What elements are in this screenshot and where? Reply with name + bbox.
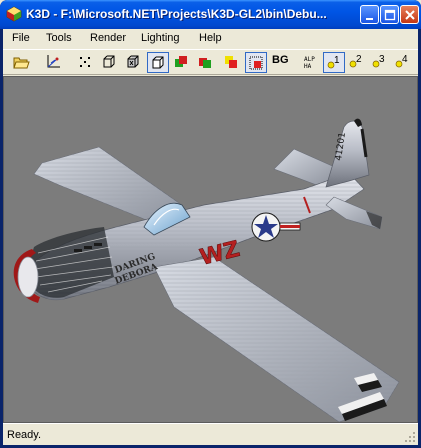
light-3-button[interactable]: 3 bbox=[369, 52, 391, 73]
texture-shade-button[interactable] bbox=[195, 52, 217, 73]
axes-icon bbox=[47, 55, 60, 68]
menu-bar: File Tools Render Lighting Help bbox=[3, 29, 418, 48]
axes-button[interactable] bbox=[43, 52, 65, 73]
app-window: K3D - F:\Microsoft.NET\Projects\K3D-GL2\… bbox=[0, 0, 421, 448]
minimize-icon bbox=[366, 18, 373, 20]
light-1-button[interactable]: 1 bbox=[323, 52, 345, 73]
hidden-line-cube-icon bbox=[127, 55, 139, 68]
maximize-icon bbox=[384, 9, 396, 21]
light-3-label: 3 bbox=[379, 54, 385, 65]
background-button[interactable]: BG bbox=[272, 53, 289, 67]
flat-shade-icon bbox=[152, 56, 164, 69]
airplane-model: WZ 41201 DARING DEBORA bbox=[13, 118, 400, 422]
menu-render[interactable]: Render bbox=[87, 31, 129, 46]
light-2-label: 2 bbox=[356, 54, 362, 65]
3d-viewport[interactable]: WZ 41201 DARING DEBORA bbox=[3, 76, 418, 423]
material-color-icon bbox=[225, 56, 237, 68]
open-button[interactable] bbox=[11, 52, 33, 73]
menu-file[interactable]: File bbox=[9, 31, 33, 46]
minimize-button[interactable] bbox=[360, 5, 379, 24]
maximize-button[interactable] bbox=[380, 5, 399, 24]
svg-text:HA: HA bbox=[304, 63, 312, 70]
wireframe-button[interactable] bbox=[99, 52, 121, 73]
ambient-color-icon bbox=[249, 56, 263, 70]
points-button[interactable] bbox=[75, 52, 97, 73]
open-folder-icon bbox=[13, 57, 30, 69]
menu-tools[interactable]: Tools bbox=[43, 31, 75, 46]
smooth-shade-icon bbox=[175, 56, 187, 67]
title-bar[interactable]: K3D - F:\Microsoft.NET\Projects\K3D-GL2\… bbox=[0, 0, 421, 29]
texture-shade-icon bbox=[199, 58, 211, 68]
window-title: K3D - F:\Microsoft.NET\Projects\K3D-GL2\… bbox=[26, 7, 327, 21]
alpha-button[interactable]: ALP HA bbox=[301, 52, 323, 73]
light-4-label: 4 bbox=[402, 54, 408, 65]
hidden-line-button[interactable] bbox=[123, 52, 145, 73]
alpha-icon: ALP HA bbox=[304, 56, 315, 70]
close-icon bbox=[405, 10, 415, 20]
resize-grip-icon[interactable] bbox=[404, 431, 416, 443]
menu-lighting[interactable]: Lighting bbox=[138, 31, 183, 46]
svg-text:ALP: ALP bbox=[304, 56, 315, 63]
wireframe-cube-icon bbox=[103, 55, 115, 68]
points-icon bbox=[80, 57, 90, 67]
toolbar: BG ALP HA 1 2 3 4 bbox=[3, 49, 418, 75]
material-color-button[interactable] bbox=[221, 52, 243, 73]
menu-help[interactable]: Help bbox=[196, 31, 225, 46]
smooth-shade-button[interactable] bbox=[171, 52, 193, 73]
ambient-color-button[interactable] bbox=[245, 52, 267, 73]
status-text: Ready. bbox=[7, 429, 42, 441]
flat-shade-button[interactable] bbox=[147, 52, 169, 73]
client-area: File Tools Render Lighting Help BG ALP H… bbox=[3, 29, 418, 445]
light-2-button[interactable]: 2 bbox=[346, 52, 368, 73]
light-1-label: 1 bbox=[334, 55, 340, 66]
close-button[interactable] bbox=[400, 5, 419, 24]
status-bar: Ready. bbox=[3, 423, 418, 445]
light-4-button[interactable]: 4 bbox=[392, 52, 414, 73]
app-logo-icon bbox=[6, 6, 22, 22]
